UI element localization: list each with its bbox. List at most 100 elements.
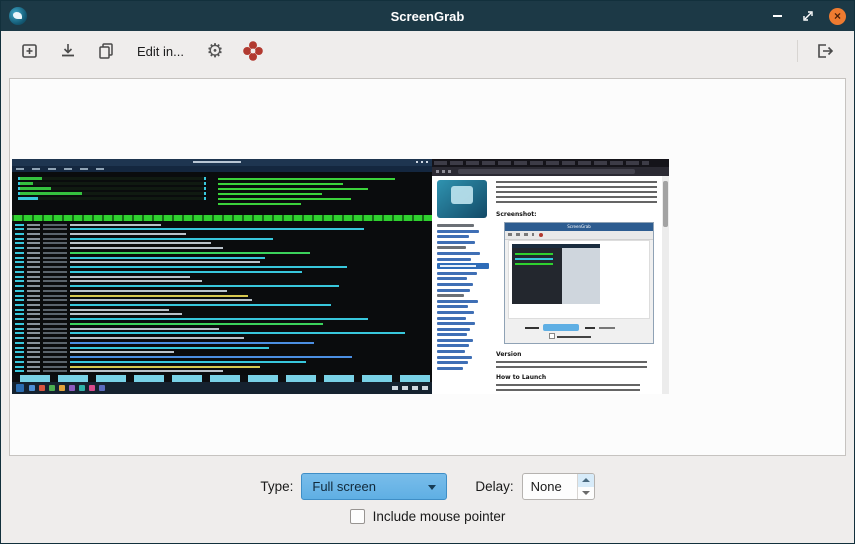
terminal-row xyxy=(15,351,429,354)
nested-combobox xyxy=(543,324,579,331)
sidebar-link xyxy=(437,224,474,227)
terminal-row xyxy=(15,370,429,373)
htop-cpu-meters xyxy=(18,175,206,215)
start-menu-icon xyxy=(16,384,24,392)
sidebar-link xyxy=(437,241,475,244)
screenshot-preview-image: Screenshot: ScreenGrab xyxy=(12,159,669,394)
taskbar-app-icon xyxy=(69,385,75,391)
include-pointer-label[interactable]: Include mouse pointer xyxy=(373,509,506,524)
manual-sidebar xyxy=(432,176,494,394)
type-label: Type: xyxy=(260,479,293,494)
options-button[interactable]: ⚙ xyxy=(198,35,232,67)
launch-heading: How to Launch xyxy=(496,375,546,381)
terminal-row xyxy=(15,299,429,302)
terminal-titlebar xyxy=(12,159,432,166)
close-button[interactable]: × xyxy=(829,8,846,25)
spin-down-button[interactable] xyxy=(578,487,594,500)
terminal-row xyxy=(15,360,429,363)
quit-icon xyxy=(815,41,835,61)
pointer-row: Include mouse pointer xyxy=(350,509,506,524)
terminal-row xyxy=(15,242,429,245)
screenshot-heading: Screenshot: xyxy=(496,212,536,218)
new-screenshot-button[interactable] xyxy=(13,35,47,67)
terminal-row xyxy=(15,308,429,311)
sidebar-link xyxy=(437,317,466,320)
titlebar: ScreenGrab × xyxy=(1,1,854,31)
nested-screenshot xyxy=(512,244,600,304)
sidebar-toc xyxy=(432,224,494,370)
save-button[interactable] xyxy=(51,35,85,67)
terminal-body xyxy=(12,172,432,382)
copy-button[interactable] xyxy=(89,35,123,67)
spin-up-button[interactable] xyxy=(578,474,594,487)
htop-summary-text xyxy=(218,175,426,215)
taskbar-app-icon xyxy=(79,385,85,391)
terminal-row xyxy=(15,322,429,325)
htop-process-list xyxy=(15,223,429,373)
sidebar-link xyxy=(437,294,464,297)
chevron-down-icon xyxy=(582,491,590,495)
sidebar-link xyxy=(437,333,467,336)
firefox-window-thumbnail: Screenshot: ScreenGrab xyxy=(432,159,669,394)
terminal-row xyxy=(15,261,429,264)
nested-preview xyxy=(508,240,650,319)
include-pointer-checkbox[interactable] xyxy=(350,509,365,524)
terminal-row xyxy=(15,365,429,368)
sidebar-artwork xyxy=(437,180,487,218)
terminal-row xyxy=(15,228,429,231)
browser-content: Screenshot: ScreenGrab xyxy=(432,176,669,394)
terminal-row xyxy=(15,237,429,240)
htop-header xyxy=(18,175,426,215)
gear-icon: ⚙ xyxy=(206,42,223,61)
save-icon xyxy=(58,41,78,61)
preview-area: Screenshot: ScreenGrab xyxy=(9,78,846,456)
nested-checkbox-label xyxy=(557,336,591,338)
app-window-icon[interactable] xyxy=(9,7,27,25)
sidebar-link xyxy=(437,367,463,370)
sidebar-link xyxy=(437,283,473,286)
version-heading: Version xyxy=(496,352,521,358)
browser-scrollbar xyxy=(662,176,669,394)
quit-button[interactable] xyxy=(808,35,842,67)
maximize-button[interactable] xyxy=(799,8,816,25)
taskbar-app-icon xyxy=(89,385,95,391)
sidebar-link xyxy=(437,356,472,359)
paragraph-text xyxy=(496,181,657,205)
taskbar-app-icon xyxy=(49,385,55,391)
terminal-row xyxy=(15,332,429,335)
about-button[interactable] xyxy=(236,35,270,67)
terminal-window-thumbnail xyxy=(12,159,432,394)
window-controls: × xyxy=(769,8,846,25)
terminal-row xyxy=(15,346,429,349)
sidebar-link xyxy=(437,235,469,238)
chevron-down-icon xyxy=(428,485,436,490)
terminal-row xyxy=(15,247,429,250)
delay-value: None xyxy=(523,479,577,494)
terminal-row xyxy=(15,337,429,340)
taskbar xyxy=(12,382,432,394)
paragraph-text xyxy=(496,361,647,369)
sidebar-link xyxy=(437,361,468,364)
sidebar-link xyxy=(437,344,469,347)
terminal-row xyxy=(15,256,429,259)
sidebar-link xyxy=(437,339,473,342)
delay-spinbox[interactable]: None xyxy=(522,473,595,500)
edit-in-button[interactable]: Edit in... xyxy=(127,35,194,67)
nested-screengrab-window: ScreenGrab xyxy=(504,222,654,344)
terminal-row xyxy=(15,232,429,235)
nested-delay-value xyxy=(599,327,615,329)
type-select[interactable]: Full screen xyxy=(301,473,447,500)
delay-label: Delay: xyxy=(475,479,513,494)
taskbar-app-icon xyxy=(99,385,105,391)
terminal-row xyxy=(15,275,429,278)
system-tray xyxy=(392,386,428,390)
capture-settings: Type: Full screen Delay: None Include mo… xyxy=(1,463,854,543)
nested-toolbar xyxy=(505,231,653,240)
taskbar-app-icon xyxy=(29,385,35,391)
taskbar-app-icon xyxy=(59,385,65,391)
minimize-button[interactable] xyxy=(769,8,786,25)
copy-icon xyxy=(96,41,116,61)
terminal-row xyxy=(15,270,429,273)
nested-checkbox xyxy=(549,333,555,339)
restore-icon xyxy=(802,10,814,22)
